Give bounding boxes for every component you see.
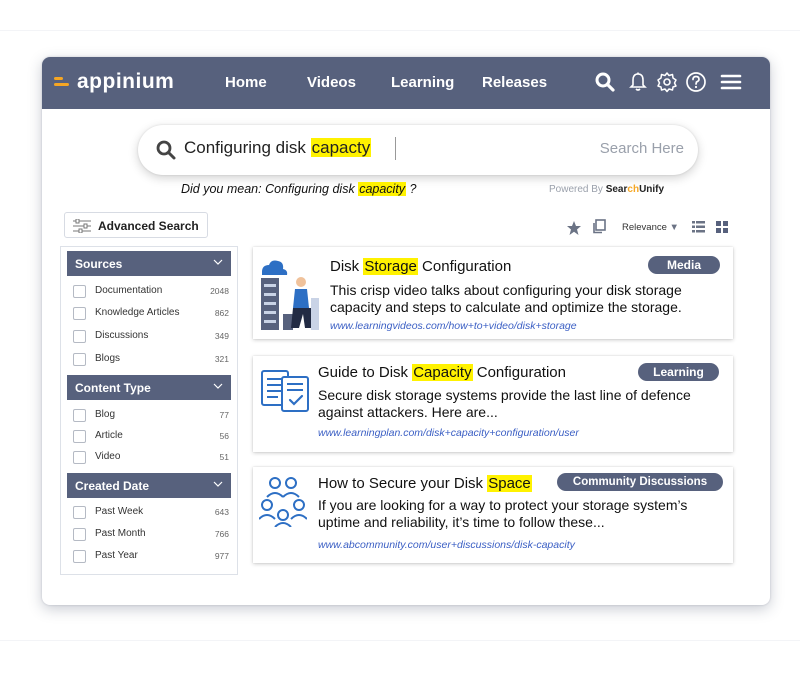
powered-by-label: Powered By (549, 184, 603, 195)
facet-option[interactable]: Past Week 643 (73, 505, 229, 521)
facet-option[interactable]: Discussions 349 (73, 329, 229, 345)
checkbox[interactable] (73, 307, 86, 320)
result-url[interactable]: www.learningvideos.com/how+to+video/disk… (330, 320, 577, 332)
grid-view-icon[interactable] (716, 221, 728, 233)
top-navbar: appinium Home Videos Learning Releases (42, 57, 770, 109)
result-description: If you are looking for a way to protect … (318, 497, 688, 530)
gear-icon[interactable] (656, 71, 678, 93)
sort-label: Relevance (622, 222, 667, 233)
chevron-down-icon (213, 259, 223, 265)
search-query-highlight: capacty (310, 138, 372, 157)
search-query-text: Configuring disk (184, 138, 311, 157)
checkbox[interactable] (73, 506, 86, 519)
copy-icon[interactable] (592, 219, 606, 234)
suggestion-prefix: Did you mean: Configuring disk (181, 182, 359, 196)
list-view-icon[interactable] (692, 221, 705, 233)
facet-option[interactable]: Article 56 (73, 429, 229, 445)
facet-sidebar: Sources Documentation 2048 Knowledge Arti… (60, 246, 238, 575)
logo[interactable]: appinium (54, 70, 174, 94)
result-title[interactable]: How to Secure your Disk Space (318, 475, 532, 492)
powered-by: Powered By SearchUnify (549, 184, 664, 195)
checkbox[interactable] (73, 353, 86, 366)
video-thumbnail-icon (261, 260, 319, 330)
chevron-down-icon (213, 383, 223, 389)
result-card[interactable]: How to Secure your Disk Space Community … (253, 467, 733, 563)
facet-option[interactable]: Knowledge Articles 862 (73, 306, 229, 322)
chevron-down-icon: ▼ (669, 222, 679, 233)
facet-title: Sources (75, 257, 123, 271)
bell-icon[interactable] (627, 71, 649, 93)
star-icon[interactable] (566, 220, 582, 236)
suggestion-suffix: ? (406, 182, 417, 196)
facet-option[interactable]: Blogs 321 (73, 352, 229, 368)
search-input[interactable]: Configuring disk capacty (184, 138, 372, 158)
search-icon[interactable] (594, 71, 616, 93)
facet-option[interactable]: Past Year 977 (73, 549, 229, 565)
facet-option[interactable]: Blog 77 (73, 408, 229, 424)
badge-media: Media (648, 256, 720, 274)
facet-title: Created Date (75, 479, 150, 493)
result-card[interactable]: Guide to Disk Capacity Configuration Lea… (253, 356, 733, 452)
search-bar[interactable]: Configuring disk capacty Search Here (138, 125, 698, 175)
text-caret (395, 137, 396, 160)
result-url[interactable]: www.learningplan.com/disk+capacity+confi… (318, 427, 579, 439)
facet-header-sources[interactable]: Sources (67, 251, 231, 276)
result-card[interactable]: Disk Storage Configuration Media This cr… (253, 247, 733, 339)
checkbox[interactable] (73, 528, 86, 541)
nav-releases[interactable]: Releases (482, 74, 547, 91)
background-line (0, 30, 800, 31)
logo-text: appinium (77, 70, 175, 93)
advanced-search-label: Advanced Search (98, 219, 199, 233)
powered-by-brand: SearchUnify (605, 184, 665, 195)
facet-option[interactable]: Documentation 2048 (73, 284, 229, 300)
badge-community-discussions: Community Discussions (557, 473, 723, 491)
checkbox[interactable] (73, 285, 86, 298)
facet-title: Content Type (75, 381, 151, 395)
sliders-icon (73, 219, 91, 233)
checkbox[interactable] (73, 430, 86, 443)
help-icon[interactable] (685, 71, 707, 93)
result-url[interactable]: www.abcommunity.com/user+discussions/dis… (318, 539, 575, 551)
app-window: appinium Home Videos Learning Releases C… (42, 57, 770, 605)
checkbox[interactable] (73, 451, 86, 464)
nav-home[interactable]: Home (225, 74, 267, 91)
document-icon (261, 370, 309, 412)
nav-learning[interactable]: Learning (391, 74, 454, 91)
advanced-search-button[interactable]: Advanced Search (64, 212, 208, 238)
result-description: Secure disk storage systems provide the … (318, 387, 691, 420)
sort-dropdown[interactable]: Relevance ▼ (622, 222, 679, 233)
background-line (0, 640, 800, 641)
search-icon[interactable] (155, 139, 177, 161)
menu-icon[interactable] (720, 71, 742, 93)
facet-option[interactable]: Past Month 766 (73, 527, 229, 543)
suggestion-highlight: capacity (358, 182, 407, 196)
facet-option[interactable]: Video 51 (73, 450, 229, 466)
result-title[interactable]: Guide to Disk Capacity Configuration (318, 364, 566, 381)
nav-videos[interactable]: Videos (307, 74, 356, 91)
checkbox[interactable] (73, 409, 86, 422)
checkbox[interactable] (73, 550, 86, 563)
facet-header-created-date[interactable]: Created Date (67, 473, 231, 498)
result-title[interactable]: Disk Storage Configuration (330, 258, 511, 275)
did-you-mean[interactable]: Did you mean: Configuring disk capacity … (181, 182, 416, 196)
search-placeholder: Search Here (599, 140, 684, 157)
community-icon (259, 477, 307, 527)
chevron-down-icon (213, 481, 223, 487)
badge-learning: Learning (638, 363, 719, 381)
result-description: This crisp video talks about configuring… (330, 282, 682, 315)
checkbox[interactable] (73, 330, 86, 343)
logo-mark-icon (54, 75, 71, 89)
facet-header-content-type[interactable]: Content Type (67, 375, 231, 400)
